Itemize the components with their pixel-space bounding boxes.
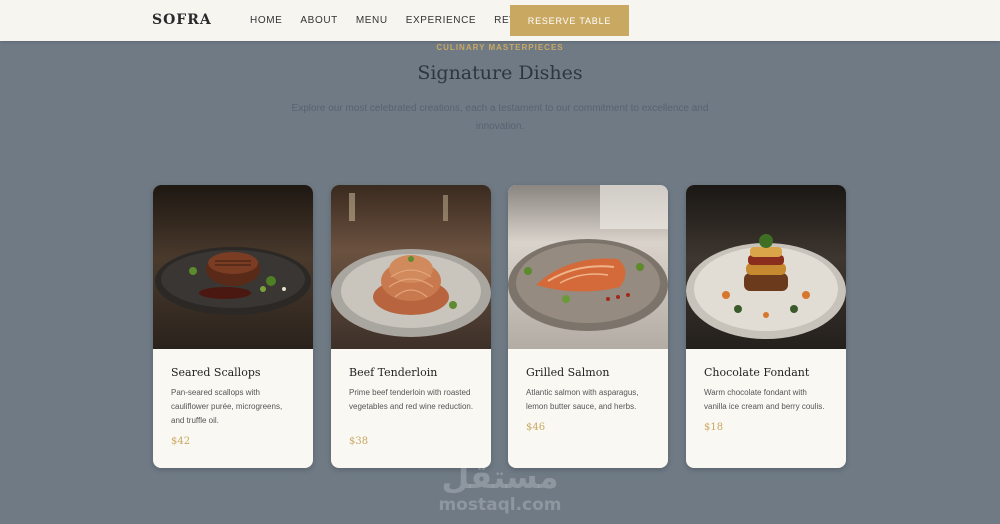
- watermark-arabic: مستقل: [441, 458, 559, 496]
- steak-plate-image: [153, 185, 313, 349]
- dish-name: Beef Tenderloin: [349, 366, 438, 379]
- logo[interactable]: SOFRA: [152, 12, 212, 28]
- salmon-plate-image: [508, 185, 668, 349]
- pasta-plate-image: [331, 185, 491, 349]
- nav-about[interactable]: ABOUT: [300, 15, 337, 26]
- section-subtitle: Explore our most celebrated creations, e…: [291, 103, 709, 132]
- dish-name: Grilled Salmon: [526, 366, 610, 379]
- dish-card[interactable]: Beef Tenderloin Prime beef tenderloin wi…: [331, 185, 491, 468]
- nav-experience[interactable]: EXPERIENCE: [406, 15, 476, 26]
- dish-price: $38: [349, 436, 369, 447]
- dish-description: Warm chocolate fondant with vanilla ice …: [704, 388, 825, 411]
- dish-price: $18: [704, 422, 724, 433]
- dish-name: Chocolate Fondant: [704, 366, 810, 379]
- section-eyebrow: CULINARY MASTERPIECES: [436, 43, 564, 52]
- reserve-table-button[interactable]: RESERVE TABLE: [510, 5, 629, 36]
- dish-card[interactable]: Grilled Salmon Atlantic salmon with aspa…: [508, 185, 668, 468]
- dish-description: Prime beef tenderloin with roasted veget…: [349, 388, 474, 411]
- dish-description: Pan-seared scallops with cauliflower pur…: [171, 388, 283, 425]
- nav-home[interactable]: HOME: [250, 15, 282, 26]
- dish-card[interactable]: Seared Scallops Pan-seared scallops with…: [153, 185, 313, 468]
- stacked-dish-image: [686, 185, 846, 349]
- section-title: Signature Dishes: [417, 62, 583, 84]
- dish-card[interactable]: Chocolate Fondant Warm chocolate fondant…: [686, 185, 846, 468]
- dish-price: $42: [171, 436, 191, 447]
- watermark-latin: mostaql.com: [438, 495, 562, 515]
- site-header: SOFRA HOME ABOUT MENU EXPERIENCE REVIEWS…: [0, 0, 1000, 41]
- dish-name: Seared Scallops: [171, 366, 261, 379]
- dish-description: Atlantic salmon with asparagus, lemon bu…: [526, 388, 639, 411]
- nav-menu[interactable]: MENU: [356, 15, 388, 26]
- dish-price: $46: [526, 422, 546, 433]
